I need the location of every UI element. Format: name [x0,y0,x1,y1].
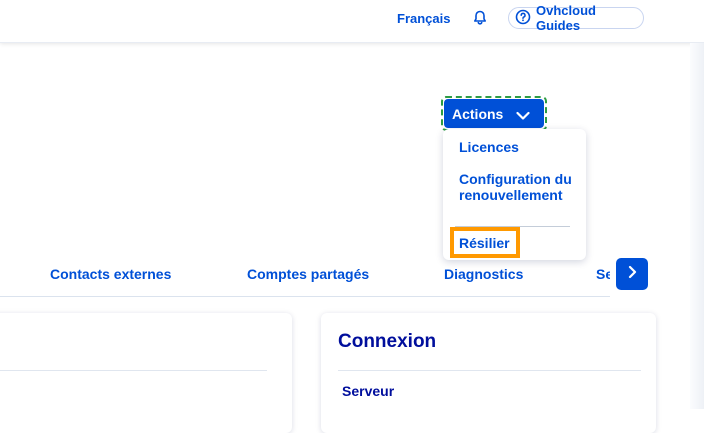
tab-external-contacts[interactable]: Contacts externes [50,266,171,282]
actions-dropdown-menu: Licences Configuration du renouvellement… [443,129,586,260]
tab-bar: Contacts externes Comptes partagés Diagn… [0,258,610,297]
actions-button[interactable]: Actions [444,99,544,128]
chevron-right-icon [626,265,638,284]
info-card-left [0,313,292,433]
tabs-next-button[interactable] [616,258,648,290]
chevron-down-icon [516,108,530,124]
menu-item-licences[interactable]: Licences [459,139,519,155]
tab-shared-accounts[interactable]: Comptes partagés [247,266,369,282]
side-panel-edge [690,43,704,409]
guides-label: Ovhcloud Guides [536,3,596,33]
card-divider [338,370,641,371]
bell-icon[interactable] [471,9,489,27]
language-selector[interactable]: Français [397,11,450,26]
server-label: Serveur [342,383,395,399]
menu-item-terminate[interactable]: Résilier [459,235,510,251]
tab-truncated[interactable]: Se [596,266,610,282]
help-circle-icon [515,9,531,28]
card-divider [0,370,267,371]
ovhcloud-guides-button[interactable]: Ovhcloud Guides [508,3,644,33]
actions-label: Actions [452,105,504,122]
top-navigation-bar: Français Ovhcloud Guides [0,0,704,43]
connexion-card: Connexion Serveur [321,313,656,433]
connexion-title: Connexion [338,331,437,352]
tab-diagnostics[interactable]: Diagnostics [444,266,523,282]
menu-item-renewal-configuration[interactable]: Configuration du renouvellement [459,171,577,203]
